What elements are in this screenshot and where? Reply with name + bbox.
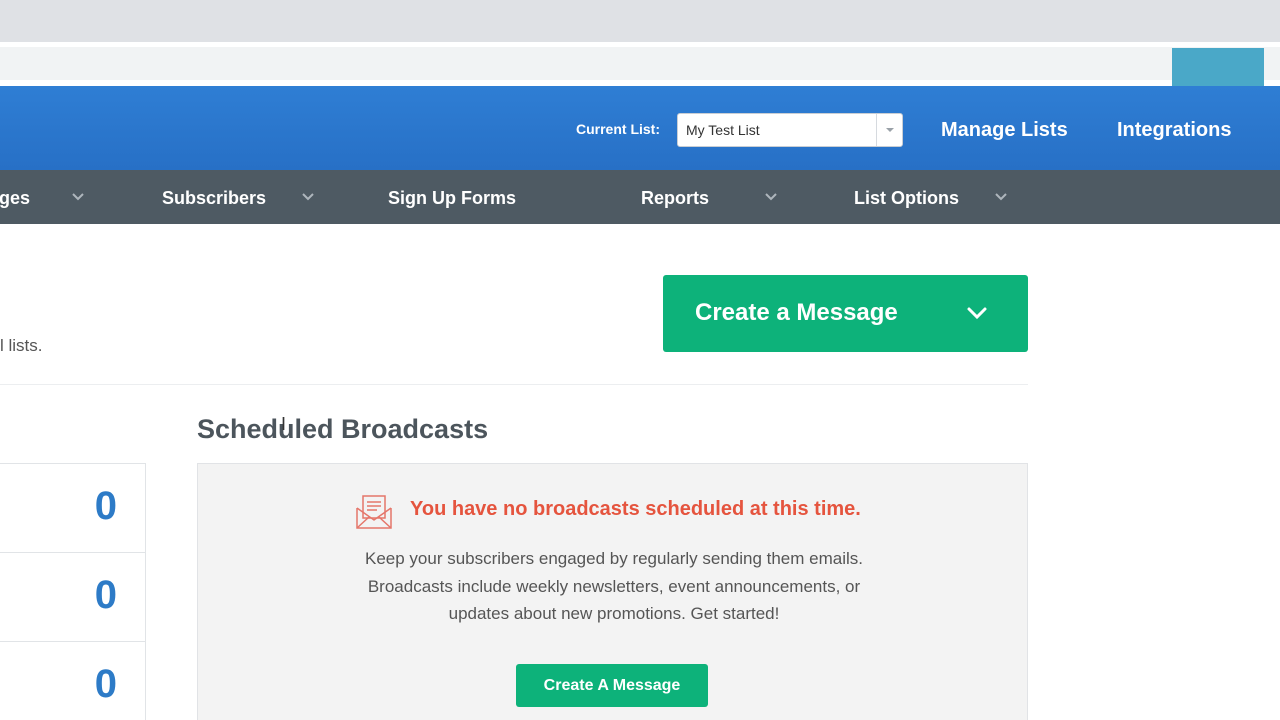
current-list-value: My Test List	[686, 122, 760, 138]
current-list-label: Current List:	[576, 121, 660, 137]
stat-value: 0	[94, 662, 117, 706]
section-divider	[0, 384, 1028, 385]
address-bar[interactable]	[0, 47, 1280, 80]
chevron-down-icon[interactable]	[994, 190, 1008, 204]
envelope-letter-icon	[356, 495, 392, 529]
stat-value: 0	[94, 573, 117, 617]
current-list-select[interactable]: My Test List	[677, 113, 903, 147]
integrations-link[interactable]: Integrations	[1117, 119, 1231, 142]
chevron-down-icon[interactable]	[71, 190, 85, 204]
chevron-down-icon[interactable]	[764, 190, 778, 204]
chevron-down-icon[interactable]	[301, 190, 315, 204]
text-cursor: I	[281, 414, 287, 434]
empty-state-title: You have no broadcasts scheduled at this…	[410, 498, 861, 520]
stat-value: 0	[94, 484, 117, 528]
nav-item-sign-up-forms[interactable]: Sign Up Forms	[388, 188, 516, 209]
nav-item-subscribers[interactable]: Subscribers	[162, 188, 266, 209]
nav-item-list-options[interactable]: List Options	[854, 188, 959, 209]
caret-down-icon	[886, 128, 894, 132]
create-message-label: Create a Message	[695, 299, 898, 326]
chevron-down-icon	[967, 307, 987, 320]
lists-text: l lists.	[0, 336, 43, 355]
create-a-message-button[interactable]: Create A Message	[516, 664, 708, 707]
empty-state-description: Keep your subscribers engaged by regular…	[365, 549, 863, 623]
select-arrow-box[interactable]	[876, 114, 902, 146]
create-message-button[interactable]: Create a Message	[663, 275, 1028, 352]
stat-card[interactable]: 0	[0, 552, 146, 642]
nav-item-reports[interactable]: Reports	[641, 188, 709, 209]
stat-card[interactable]: 0	[0, 463, 146, 553]
manage-lists-link[interactable]: Manage Lists	[941, 119, 1068, 142]
stat-card[interactable]: 0	[0, 641, 146, 720]
browser-tab-strip	[0, 0, 1280, 42]
nav-item-messages[interactable]: ges	[0, 188, 30, 209]
section-title: Scheduled Broadcasts	[197, 414, 489, 444]
